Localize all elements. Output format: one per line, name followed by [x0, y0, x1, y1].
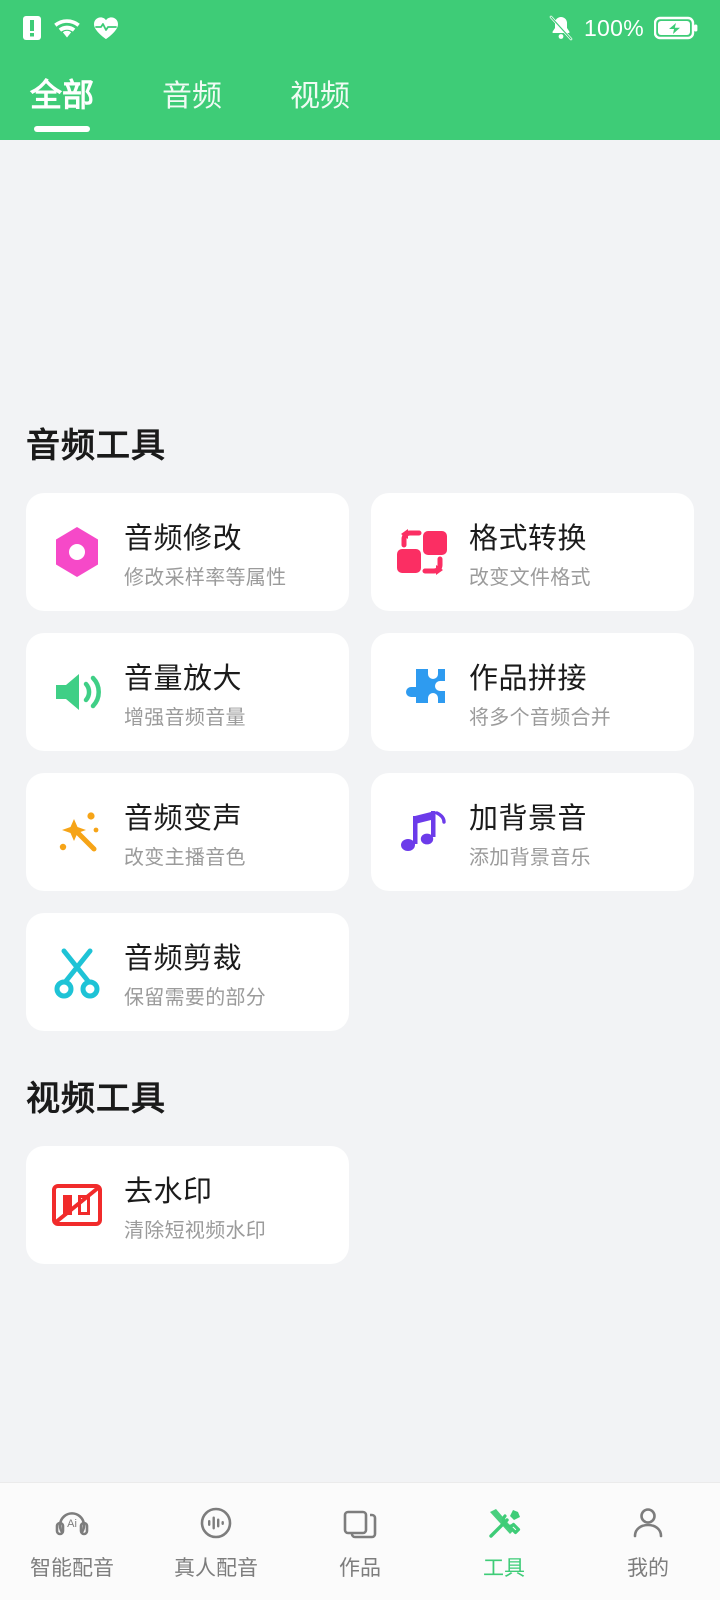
- person-icon: [626, 1501, 670, 1545]
- puzzle-piece-icon: [391, 661, 453, 723]
- nav-item-works[interactable]: 作品: [288, 1501, 432, 1582]
- tools-icon: [482, 1501, 526, 1545]
- wifi-icon: [52, 16, 82, 40]
- tool-title: 去水印: [124, 1175, 213, 1208]
- tool-subtitle: 增强音频音量: [124, 706, 246, 729]
- tool-title: 音频剪裁: [124, 942, 243, 975]
- audio-tools-grid: 音频修改 修改采样率等属性 格式转换 改变文件格式 音量放大 增强音频音量 作品…: [26, 493, 694, 1031]
- nav-item-human-voice[interactable]: 真人配音: [144, 1501, 288, 1582]
- tool-card-text: 音量放大 增强音频音量: [124, 655, 246, 730]
- tool-card-volume-boost[interactable]: 音量放大 增强音频音量: [26, 633, 349, 751]
- tool-subtitle: 添加背景音乐: [469, 846, 591, 869]
- heartbeat-icon: [92, 15, 120, 41]
- bottom-navigation[interactable]: Ai 智能配音 真人配音 作品 工具 我的: [0, 1482, 720, 1600]
- status-bar-right: 100%: [548, 14, 698, 42]
- speaker-volume-icon: [46, 661, 108, 723]
- tool-card-text: 音频修改 修改采样率等属性: [124, 515, 286, 590]
- sim-card-icon: [22, 15, 42, 41]
- tool-card-text: 去水印 清除短视频水印: [124, 1168, 266, 1243]
- section-title-video-tools: 视频工具: [26, 1080, 166, 1118]
- tool-subtitle: 修改采样率等属性: [124, 566, 287, 589]
- app-screen: 100% 全部 音频 视频 音频工具 音频修改 修改采样率等属性 格式转换 改变…: [0, 0, 720, 1600]
- tab-all[interactable]: 全部: [26, 64, 98, 132]
- tool-card-background-music[interactable]: 加背景音 添加背景音乐: [371, 773, 694, 891]
- tool-card-audio-modify[interactable]: 音频修改 修改采样率等属性: [26, 493, 349, 611]
- tool-card-voice-change[interactable]: 音频变声 改变主播音色: [26, 773, 349, 891]
- battery-percent-label: 100%: [583, 14, 644, 41]
- tab-audio[interactable]: 音频: [158, 65, 226, 131]
- tool-title: 加背景音: [469, 802, 588, 835]
- hexagon-ring-icon: [46, 521, 108, 583]
- tool-card-audio-trim[interactable]: 音频剪裁 保留需要的部分: [26, 913, 349, 1031]
- tool-subtitle: 清除短视频水印: [124, 1219, 267, 1242]
- tool-subtitle: 改变文件格式: [469, 566, 591, 589]
- video-tools-grid: 去水印 清除短视频水印: [26, 1146, 694, 1264]
- tool-card-text: 作品拼接 将多个音频合并: [469, 655, 611, 730]
- nav-item-mine[interactable]: 我的: [576, 1501, 720, 1582]
- tools-content: 音频工具 音频修改 修改采样率等属性 格式转换 改变文件格式 音量放大 增强音频…: [0, 140, 720, 1482]
- tool-subtitle: 将多个音频合并: [469, 706, 612, 729]
- tool-card-format-convert[interactable]: 格式转换 改变文件格式: [371, 493, 694, 611]
- tool-card-text: 音频变声 改变主播音色: [124, 795, 246, 870]
- nav-item-tools[interactable]: 工具: [432, 1501, 576, 1582]
- nav-item-ai-dubbing[interactable]: Ai 智能配音: [0, 1501, 144, 1582]
- magic-wand-icon: [46, 801, 108, 863]
- human-voice-icon: [194, 1501, 238, 1545]
- tool-title: 音频修改: [124, 522, 243, 555]
- music-note-icon: [391, 801, 453, 863]
- nav-label: 我的: [627, 1557, 669, 1580]
- status-bar: 100%: [0, 0, 720, 56]
- works-icon: [338, 1501, 382, 1545]
- format-convert-icon: [391, 521, 453, 583]
- category-tab-bar[interactable]: 全部 音频 视频: [0, 56, 720, 140]
- tool-title: 音量放大: [124, 662, 243, 695]
- tool-subtitle: 改变主播音色: [124, 846, 246, 869]
- tool-title: 音频变声: [124, 802, 243, 835]
- tool-card-merge[interactable]: 作品拼接 将多个音频合并: [371, 633, 694, 751]
- nav-label: 真人配音: [174, 1557, 258, 1580]
- tab-video[interactable]: 视频: [286, 65, 354, 131]
- nav-label: 工具: [483, 1557, 525, 1580]
- status-bar-left: [22, 15, 120, 41]
- tool-subtitle: 保留需要的部分: [124, 986, 267, 1009]
- bell-muted-icon: [548, 14, 574, 42]
- tool-card-text: 音频剪裁 保留需要的部分: [124, 935, 266, 1010]
- battery-charging-icon: [654, 16, 698, 40]
- tool-card-remove-watermark[interactable]: 去水印 清除短视频水印: [26, 1146, 349, 1264]
- tool-title: 作品拼接: [469, 662, 588, 695]
- tool-title: 格式转换: [469, 522, 588, 555]
- scissors-icon: [46, 941, 108, 1003]
- tool-card-text: 加背景音 添加背景音乐: [469, 795, 591, 870]
- ai-dubbing-icon: Ai: [50, 1501, 94, 1545]
- nav-label: 作品: [339, 1557, 381, 1580]
- nav-label: 智能配音: [30, 1557, 114, 1580]
- watermark-remove-icon: [46, 1174, 108, 1236]
- tool-card-text: 格式转换 改变文件格式: [469, 515, 591, 590]
- svg-text:Ai: Ai: [67, 1518, 77, 1530]
- section-title-audio-tools: 音频工具: [26, 427, 166, 465]
